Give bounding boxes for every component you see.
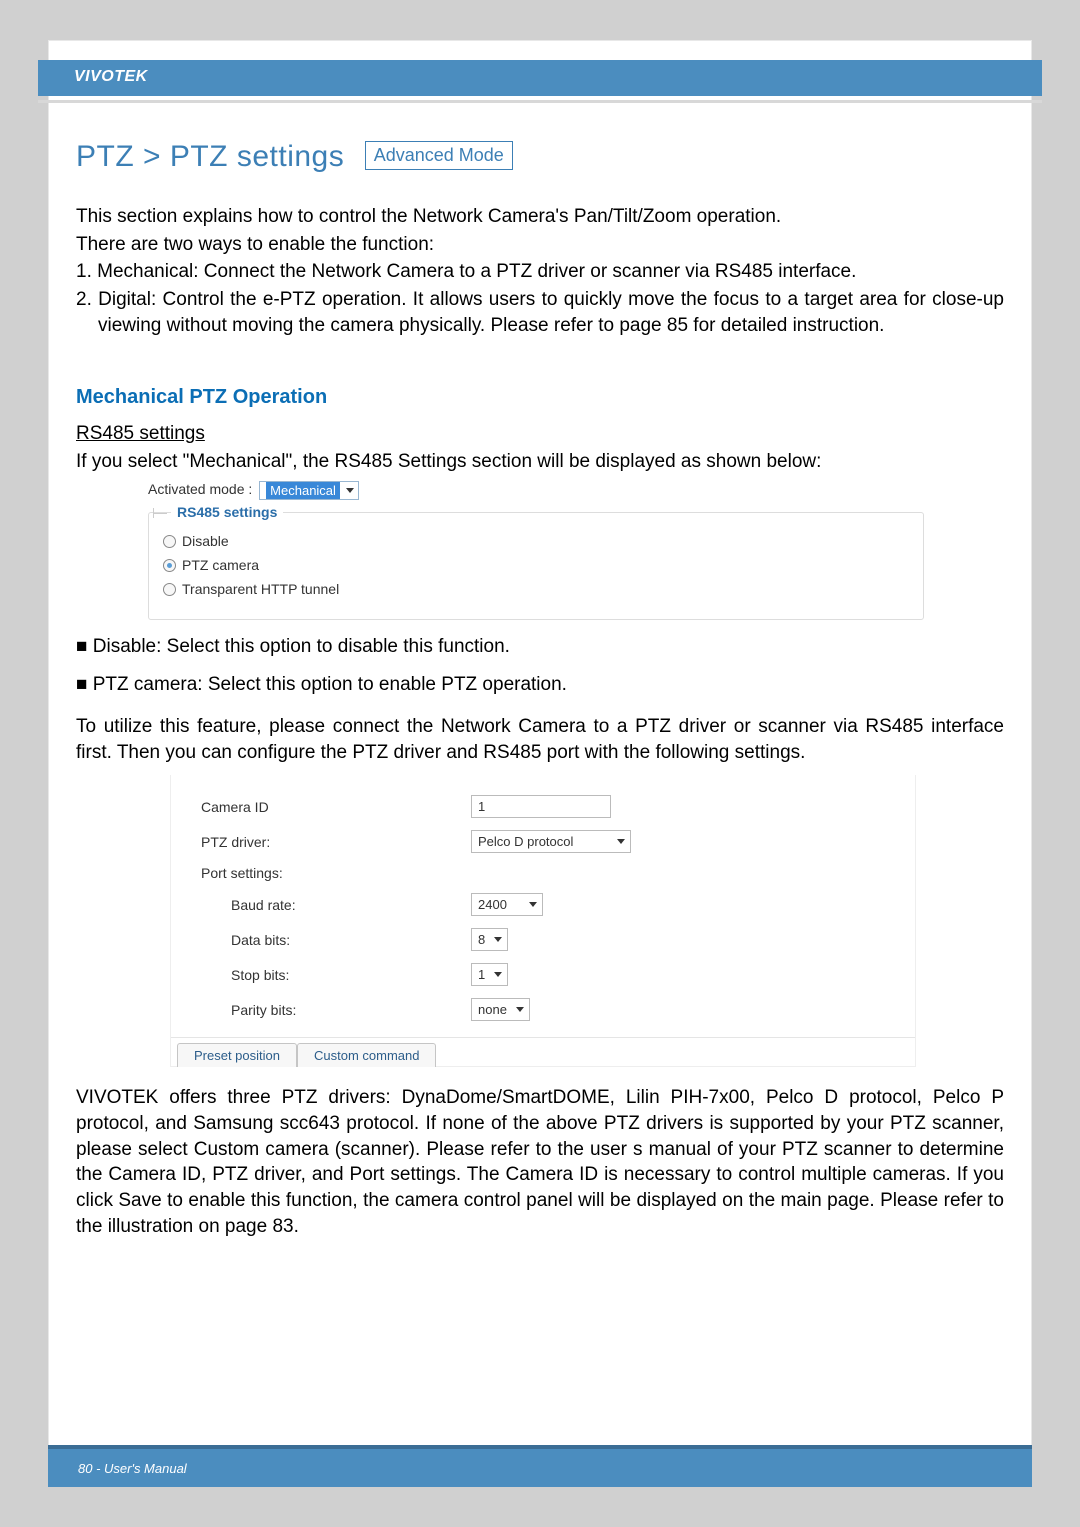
page-title: PTZ > PTZ settings [76, 140, 344, 174]
radio-label-tunnel: Transparent HTTP tunnel [182, 581, 339, 597]
header-separator [38, 100, 1042, 103]
stop-bits-value: 1 [478, 967, 485, 982]
rs485-settings-heading: RS485 settings [76, 423, 1004, 445]
port-settings-label: Port settings: [201, 865, 471, 881]
brand-logo: VIVOTEK [74, 68, 148, 86]
data-bits-label: Data bits: [201, 932, 471, 948]
baud-rate-select[interactable]: 2400 [471, 893, 543, 916]
activated-mode-value: Mechanical [266, 482, 340, 499]
intro-list-item-2: 2. Digital: Control the e-PTZ operation.… [76, 287, 1004, 338]
page-footer: 80 - User's Manual [48, 1445, 1032, 1487]
radio-label-ptz: PTZ camera [182, 557, 259, 573]
radio-label-disable: Disable [182, 533, 229, 549]
parity-bits-select[interactable]: none [471, 998, 530, 1021]
parity-bits-value: none [478, 1002, 507, 1017]
chevron-down-icon [346, 488, 354, 493]
chevron-down-icon [529, 902, 537, 907]
data-bits-value: 8 [478, 932, 485, 947]
radio-row-disable[interactable]: Disable [163, 533, 909, 549]
stop-bits-label: Stop bits: [201, 967, 471, 983]
stop-bits-select[interactable]: 1 [471, 963, 508, 986]
activated-mode-row: Activated mode : Mechanical [148, 481, 924, 500]
connect-paragraph: To utilize this feature, please connect … [76, 714, 1004, 765]
tab-custom-command[interactable]: Custom command [297, 1043, 436, 1067]
bullet-disable: ■ Disable: Select this option to disable… [76, 636, 1004, 658]
ptz-driver-select[interactable]: Pelco D protocol [471, 830, 631, 853]
rs485-explain: If you select "Mechanical", the RS485 Se… [76, 451, 1004, 473]
chevron-down-icon [516, 1007, 524, 1012]
radio-icon-checked [163, 559, 176, 572]
parity-bits-label: Parity bits: [201, 1002, 471, 1018]
camera-id-label: Camera ID [201, 799, 471, 815]
bullet-ptz-camera: ■ PTZ camera: Select this option to enab… [76, 674, 1004, 696]
tab-bar: Preset position Custom command [171, 1037, 915, 1066]
chevron-down-icon [494, 937, 502, 942]
data-bits-select[interactable]: 8 [471, 928, 508, 951]
ptz-driver-label: PTZ driver: [201, 834, 471, 850]
radio-row-transparent-tunnel[interactable]: Transparent HTTP tunnel [163, 581, 909, 597]
rs485-legend: RS485 settings [171, 504, 283, 520]
radio-icon [163, 583, 176, 596]
activated-mode-label: Activated mode : [148, 481, 252, 497]
chevron-down-icon [617, 839, 625, 844]
chevron-down-icon [494, 972, 502, 977]
header-band: VIVOTEK [38, 60, 1042, 96]
intro-paragraph-1: This section explains how to control the… [76, 204, 1004, 230]
baud-rate-label: Baud rate: [201, 897, 471, 913]
rs485-fieldset: RS485 settings Disable PTZ camera Transp… [148, 512, 924, 620]
footer-text: 80 - User's Manual [78, 1461, 187, 1476]
tab-preset-position[interactable]: Preset position [177, 1043, 297, 1067]
radio-row-ptz-camera[interactable]: PTZ camera [163, 557, 909, 573]
ptz-driver-value: Pelco D protocol [478, 834, 573, 849]
advanced-mode-badge: Advanced Mode [365, 141, 513, 170]
radio-icon [163, 535, 176, 548]
activated-mode-select[interactable]: Mechanical [259, 481, 359, 500]
ptz-settings-card: Camera ID 1 PTZ driver: Pelco D protocol… [170, 775, 916, 1067]
drivers-paragraph: VIVOTEK offers three PTZ drivers: DynaDo… [76, 1085, 1004, 1239]
intro-paragraph-2: There are two ways to enable the functio… [76, 232, 1004, 258]
intro-list-item-1: 1. Mechanical: Connect the Network Camer… [76, 259, 1004, 285]
camera-id-input[interactable]: 1 [471, 795, 611, 818]
section-heading-mechanical: Mechanical PTZ Operation [76, 386, 1004, 409]
baud-rate-value: 2400 [478, 897, 507, 912]
